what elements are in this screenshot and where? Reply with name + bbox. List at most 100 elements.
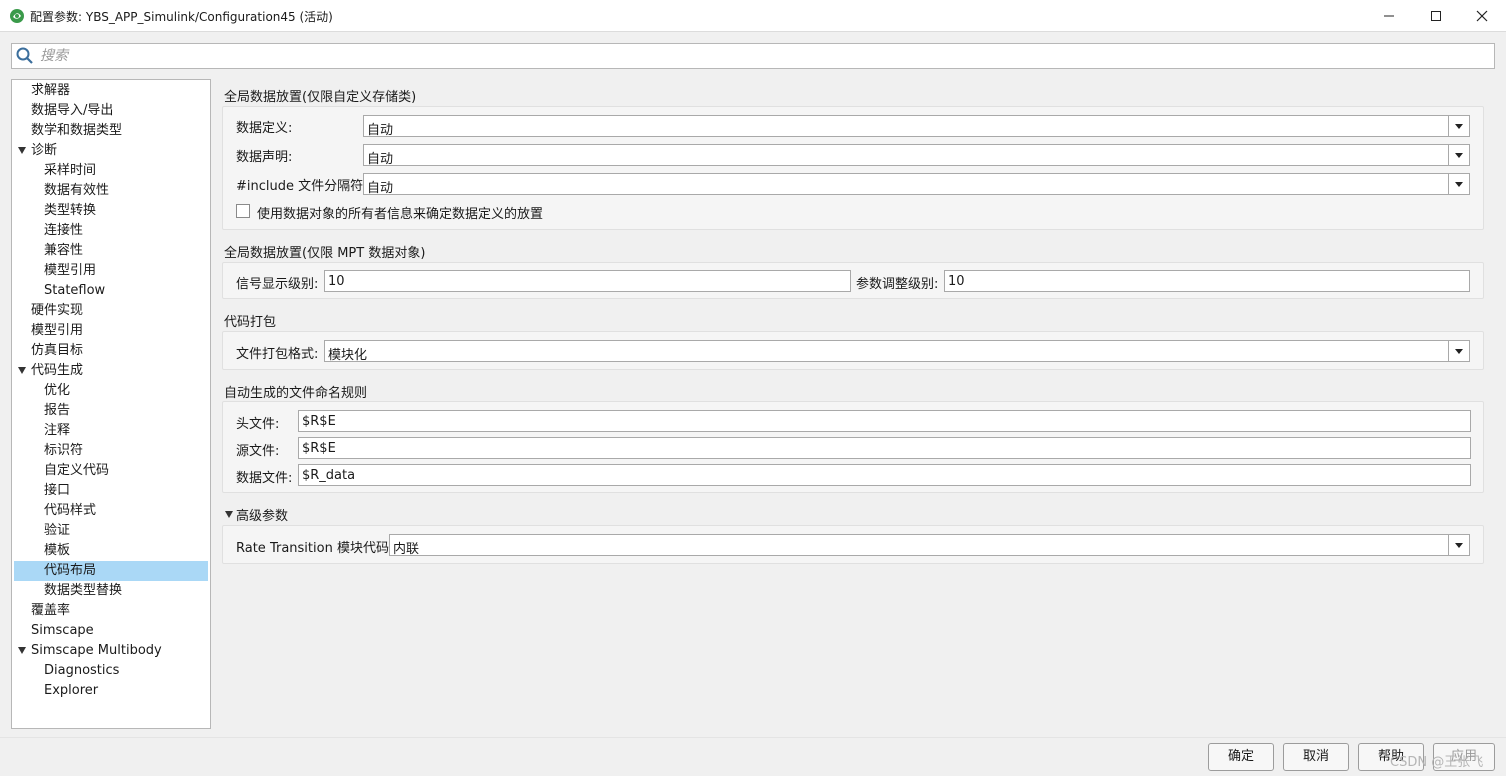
tree-item[interactable]: 数学和数据类型 [14, 121, 208, 141]
source-file-label: 源文件: [236, 444, 280, 459]
simulink-app-icon [10, 9, 24, 23]
ok-button[interactable]: 确定 [1208, 743, 1274, 771]
tree-item-label: 自定义代码 [44, 463, 110, 478]
tree-item[interactable]: 覆盖率 [14, 601, 208, 621]
expand-triangle-icon[interactable] [18, 367, 26, 374]
tree-item-label: 数据有效性 [44, 183, 110, 198]
tree-item-label: 硬件实现 [31, 303, 84, 318]
collapse-triangle-icon[interactable] [225, 511, 233, 518]
tree-item-label: Simscape [31, 623, 94, 638]
tree-item[interactable]: 代码布局 [14, 561, 208, 581]
tree-item[interactable]: 标识符 [14, 441, 208, 461]
section-title-advanced[interactable]: 高级参数 [236, 505, 288, 524]
section-title-naming: 自动生成的文件命名规则 [224, 386, 368, 401]
search-input[interactable] [38, 45, 1488, 67]
tree-item[interactable]: 数据导入/导出 [14, 101, 208, 121]
chevron-down-icon[interactable] [1448, 145, 1469, 165]
rate-transition-select[interactable]: 内联 [389, 534, 1470, 557]
tree-item[interactable]: 类型转换 [14, 201, 208, 221]
button-bar: 确定 取消 帮助 应用 [0, 737, 1506, 776]
signal-level-field[interactable] [324, 270, 851, 292]
tree-item[interactable]: 仿真目标 [14, 341, 208, 361]
tree-item-label: 求解器 [31, 83, 71, 98]
tree-item[interactable]: 模型引用 [14, 261, 208, 281]
chevron-down-icon[interactable] [1448, 341, 1469, 361]
tree-item-label: 代码生成 [31, 363, 84, 378]
tree-item[interactable]: 硬件实现 [14, 301, 208, 321]
tree-item[interactable]: 优化 [14, 381, 208, 401]
tree-item[interactable]: 注释 [14, 421, 208, 441]
tree-item[interactable]: 诊断 [14, 141, 208, 161]
tree-item-label: 接口 [44, 483, 71, 498]
tree-item[interactable]: 代码生成 [14, 361, 208, 381]
tree-item[interactable]: 自定义代码 [14, 461, 208, 481]
tree-item[interactable]: 接口 [14, 481, 208, 501]
tree-item-label: 仿真目标 [31, 343, 84, 358]
chevron-down-icon[interactable] [1448, 174, 1469, 194]
tree-item-label: 优化 [44, 383, 71, 398]
tree-item[interactable]: 连接性 [14, 221, 208, 241]
data-declaration-value: 自动 [367, 152, 394, 167]
tree-item[interactable]: 验证 [14, 521, 208, 541]
data-definition-select[interactable]: 自动 [363, 115, 1470, 138]
section-title-packaging: 代码打包 [224, 315, 277, 330]
tree-item-label: 注释 [44, 423, 71, 438]
tree-item[interactable]: Explorer [14, 681, 208, 701]
tree-item[interactable]: Diagnostics [14, 661, 208, 681]
tree-item-label: 覆盖率 [31, 603, 71, 618]
title-bar: 配置参数: YBS_APP_Simulink/Configuration45 (… [0, 0, 1506, 32]
watermark: CSDN @王张飞 [1390, 755, 1484, 770]
minimize-button[interactable] [1366, 0, 1412, 32]
tree-item-label: 模板 [44, 543, 71, 558]
tree-item[interactable]: 代码样式 [14, 501, 208, 521]
tree-item[interactable]: 兼容性 [14, 241, 208, 261]
source-file-field[interactable] [298, 437, 1471, 459]
tree-item[interactable]: 采样时间 [14, 161, 208, 181]
tree-item-label: 模型引用 [31, 323, 84, 338]
search-box[interactable] [11, 43, 1495, 69]
include-delimiter-value: 自动 [367, 181, 394, 196]
data-declaration-select[interactable]: 自动 [363, 144, 1470, 167]
tree-item[interactable]: Simscape [14, 621, 208, 641]
close-button[interactable] [1459, 0, 1505, 32]
minimize-icon [1384, 15, 1394, 17]
tree-item-label: 采样时间 [44, 163, 97, 178]
tree-item[interactable]: 报告 [14, 401, 208, 421]
expand-triangle-icon[interactable] [18, 647, 26, 654]
panel-global-custom: 数据定义: 自动 数据声明: 自动 #include 文件分隔符: 自动 使用数… [222, 106, 1484, 230]
data-file-field[interactable] [298, 464, 1471, 486]
data-declaration-label: 数据声明: [236, 150, 293, 165]
tree-item-label: Explorer [44, 683, 99, 698]
file-format-select[interactable]: 模块化 [324, 340, 1470, 363]
data-file-label: 数据文件: [236, 471, 293, 486]
tree-item-label: 数学和数据类型 [31, 123, 123, 138]
param-level-field[interactable] [944, 270, 1470, 292]
tree-item-label: 模型引用 [44, 263, 97, 278]
tree-item[interactable]: Stateflow [14, 281, 208, 301]
tree-item[interactable]: 数据类型替换 [14, 581, 208, 601]
tree-item-label: 报告 [44, 403, 71, 418]
tree-item[interactable]: 数据有效性 [14, 181, 208, 201]
tree-item[interactable]: 模型引用 [14, 321, 208, 341]
tree-item-label: 数据类型替换 [44, 583, 123, 598]
maximize-button[interactable] [1413, 0, 1459, 32]
expand-triangle-icon[interactable] [18, 147, 26, 154]
maximize-icon [1431, 11, 1441, 21]
include-delimiter-select[interactable]: 自动 [363, 173, 1470, 196]
chevron-down-icon[interactable] [1448, 116, 1469, 136]
header-file-label: 头文件: [236, 417, 280, 432]
tree-item-label: 诊断 [31, 143, 58, 158]
header-file-field[interactable] [298, 410, 1471, 432]
cancel-button[interactable]: 取消 [1283, 743, 1349, 771]
tree-item-label: 代码样式 [44, 503, 97, 518]
search-icon [16, 47, 33, 64]
owner-checkbox[interactable] [236, 204, 250, 218]
category-tree[interactable]: 求解器数据导入/导出数学和数据类型 诊断采样时间数据有效性类型转换 连接性 兼容性模型… [11, 79, 211, 729]
rate-transition-label: Rate Transition 模块代码: [236, 541, 394, 556]
chevron-down-icon[interactable] [1448, 535, 1469, 555]
tree-item[interactable]: 模板 [14, 541, 208, 561]
tree-item[interactable]: 求解器 [14, 81, 208, 101]
signal-level-label: 信号显示级别: [236, 277, 319, 292]
tree-item[interactable]: Simscape Multibody [14, 641, 208, 661]
window-title: 配置参数: YBS_APP_Simulink/Configuration45 (… [30, 10, 333, 24]
